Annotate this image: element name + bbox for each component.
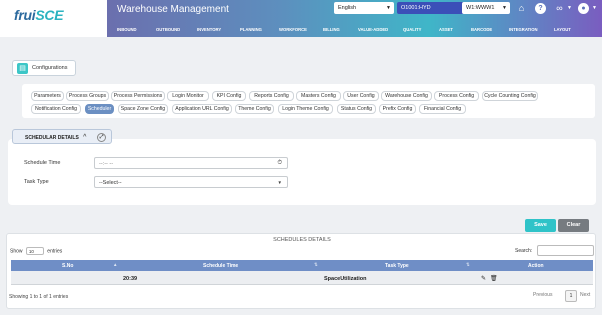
logo-area: fruiSCE [0,0,107,37]
chevron-up-icon[interactable]: ^ [83,134,87,140]
nav-barcode[interactable]: BARCODE [471,27,492,32]
nav-layout[interactable]: LAYOUT [554,27,571,32]
task-type-select[interactable]: --Select-- ▼ [94,176,288,188]
config-bar: ▤ Configurations [0,52,602,82]
sort-icon[interactable]: ⇅ [314,262,318,268]
location-value: O1001:HYD [401,5,431,11]
tab-scheduler[interactable]: Scheduler [85,104,114,114]
nav-workforce[interactable]: WORKFORCE [279,27,307,32]
tab-financial-config[interactable]: Financial Config [419,104,466,114]
task-type-value: --Select-- [99,180,122,186]
chevron-down-icon[interactable]: ▼ [564,3,575,14]
entries-label: entries [47,248,63,255]
tab-process-groups[interactable]: Process Groups [66,91,109,101]
cell-task-type: SpaceUtilization [324,276,367,282]
expand-icon[interactable]: ⤢ [97,133,106,142]
language-value: English [338,5,357,11]
save-button[interactable]: Save [525,219,556,232]
chevron-down-icon[interactable]: ▼ [589,3,600,14]
chevron-down-icon: ▼ [386,5,391,11]
help-icon[interactable]: ? [535,3,546,14]
chevron-down-icon: ▼ [277,180,282,185]
configurations-chip[interactable]: ▤ Configurations [12,60,76,76]
edit-icon[interactable]: ✎ [481,275,486,282]
clock-icon[interactable]: ⏱ [277,160,282,166]
schedules-panel: SCHEDULES DETAILS Show 10 entries Search… [6,233,596,309]
scheduler-form-panel: Schedule Time --:-- -- ⏱ Task Type --Sel… [8,139,596,205]
nav-asset[interactable]: ASSET [439,27,453,32]
sort-icon[interactable]: ▲ [113,262,117,267]
delete-icon[interactable]: 🗑 [490,275,498,282]
document-icon: ▤ [17,63,28,74]
tab-kpi-config[interactable]: KPI Config [212,91,246,101]
tab-notification-config[interactable]: Notification Config [31,104,81,114]
header: fruiSCE Warehouse Management English ▼ O… [0,0,602,37]
search-input[interactable] [537,245,594,256]
config-tabs: Parameters Process Groups Process Permis… [22,84,595,118]
chevron-down-icon: ▼ [502,5,507,11]
next-page-button[interactable]: Next [580,292,590,298]
nav-value-added[interactable]: VALUE-ADDED [358,27,388,32]
tab-login-monitor[interactable]: Login Monitor [167,91,209,101]
column-task-type[interactable]: Task Type [385,263,409,269]
nav-planning[interactable]: PLANNING [240,27,262,32]
tab-parameters[interactable]: Parameters [31,91,64,101]
show-label: Show [10,248,23,255]
nav-billing[interactable]: BILLING [323,27,340,32]
nav-outbound[interactable]: OUTBOUND [156,27,180,32]
column-schedule-time[interactable]: Schedule Time [203,263,238,269]
search-label: Search: [515,248,533,254]
tab-process-permissions[interactable]: Process Permissions [111,91,165,101]
schedule-time-input[interactable]: --:-- -- ⏱ [94,157,288,169]
warehouse-value: W1:WWW1 [466,5,495,11]
table-info: Showing 1 to 1 of 1 entries [9,294,69,300]
scheduler-section-title: SCHEDULAR DETAILS [25,135,79,141]
previous-page-button[interactable]: Previous [533,292,552,298]
page-size-select[interactable]: 10 [25,247,44,255]
top-bar: Warehouse Management English ▼ O1001:HYD… [107,0,602,37]
cell-schedule-time: 20:39 [123,276,138,282]
tab-reports-config[interactable]: Reports Config [249,91,294,101]
table-header: S.No ▲ Schedule Time ⇅ Task Type ⇅ Actio… [11,260,593,271]
language-select[interactable]: English ▼ [334,2,394,14]
tab-theme-config[interactable]: Theme Config [235,104,274,114]
tab-user-config[interactable]: User Config [343,91,379,101]
user-avatar-icon[interactable]: ● [578,3,589,14]
page-size-control: Show 10 entries [10,247,62,255]
nav-quality[interactable]: QUALITY [403,27,421,32]
clear-button[interactable]: Clear [558,219,589,232]
scheduler-section-tag: SCHEDULAR DETAILS ^ ⤢ [12,129,112,144]
tab-cycle-counting-config[interactable]: Cycle Counting Config [482,91,538,101]
tab-application-url-config[interactable]: Application URL Config [172,104,232,114]
tab-masters-config[interactable]: Masters Config [296,91,341,101]
schedule-time-label: Schedule Time [24,160,61,166]
column-action: Action [528,263,544,269]
tab-space-zone-config[interactable]: Space Zone Config [118,104,168,114]
table-row: 20:39 SpaceUtilization ✎ 🗑 [11,271,593,285]
logo[interactable]: fruiSCE [14,7,64,23]
tab-process-config[interactable]: Process Config [434,91,479,101]
task-type-label: Task Type [24,179,49,185]
configurations-label: Configurations [32,65,68,71]
main-nav: INBOUND OUTBOUND INVENTORY PLANNING WORK… [107,23,602,37]
nav-inbound[interactable]: INBOUND [117,27,137,32]
tab-status-config[interactable]: Status Config [337,104,376,114]
nav-integration[interactable]: INTEGRATION [509,27,538,32]
logo-accent: SCE [35,7,64,23]
schedule-time-placeholder: --:-- -- [99,161,114,167]
tab-warehouse-config[interactable]: Warehouse Config [381,91,432,101]
sort-icon[interactable]: ⇅ [466,262,470,268]
column-sno[interactable]: S.No [62,263,73,269]
tab-prefix-config[interactable]: Prefix Config [379,104,416,114]
current-page-button[interactable]: 1 [565,290,577,302]
warehouse-select[interactable]: W1:WWW1 ▼ [462,2,510,14]
home-icon[interactable]: ⌂ [516,3,527,14]
app-title: Warehouse Management [117,4,229,15]
tab-login-theme-config[interactable]: Login Theme Config [278,104,333,114]
schedules-title: SCHEDULES DETAILS [273,237,331,243]
nav-inventory[interactable]: INVENTORY [197,27,221,32]
